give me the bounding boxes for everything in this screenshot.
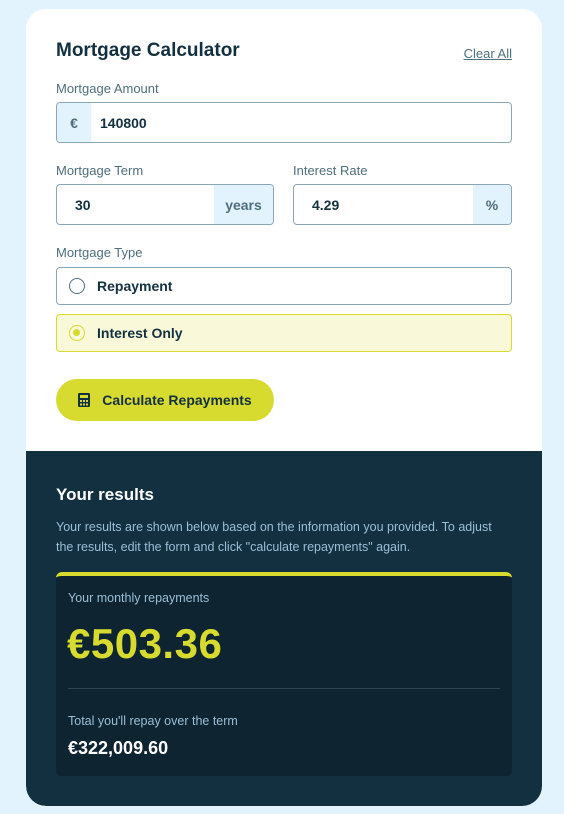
radio-option-repayment[interactable]: Repayment xyxy=(56,267,512,305)
calculate-button-label: Calculate Repayments xyxy=(102,392,252,408)
results-title: Your results xyxy=(56,485,154,504)
radio-button[interactable] xyxy=(69,278,85,294)
mortgage-term-label: Mortgage Term xyxy=(56,163,144,178)
mortgage-type-label: Mortgage Type xyxy=(56,245,143,260)
mortgage-card: Mortgage Calculator Clear All Mortgage A… xyxy=(26,9,542,806)
total-repay-label: Total you'll repay over the term xyxy=(68,714,238,728)
radio-label: Interest Only xyxy=(97,325,183,341)
calculate-repayments-button[interactable]: Calculate Repayments xyxy=(56,379,274,421)
page-title: Mortgage Calculator xyxy=(56,40,240,61)
years-suffix: years xyxy=(214,185,273,224)
results-panel: Your results Your results are shown belo… xyxy=(26,451,542,806)
monthly-repayments-label: Your monthly repayments xyxy=(68,591,210,605)
radio-button-selected[interactable] xyxy=(69,325,85,341)
clear-all-link[interactable]: Clear All xyxy=(464,46,512,61)
radio-label: Repayment xyxy=(97,278,173,294)
results-description: Your results are shown below based on th… xyxy=(56,520,492,554)
mortgage-amount-field: € xyxy=(56,102,512,143)
calculator-form: Mortgage Calculator Clear All Mortgage A… xyxy=(26,9,542,451)
calculator-icon xyxy=(78,393,91,407)
monthly-repayments-value: €503.36 xyxy=(67,620,223,667)
interest-rate-input[interactable] xyxy=(294,185,473,224)
results-divider xyxy=(68,688,500,689)
mortgage-term-field: years xyxy=(56,184,274,225)
radio-option-interest-only[interactable]: Interest Only xyxy=(56,314,512,352)
mortgage-term-input[interactable] xyxy=(57,185,214,224)
mortgage-amount-input[interactable] xyxy=(91,103,511,142)
currency-prefix: € xyxy=(57,103,91,142)
mortgage-amount-label: Mortgage Amount xyxy=(56,81,159,96)
interest-rate-field: % xyxy=(293,184,512,225)
percent-suffix: % xyxy=(473,185,511,224)
interest-rate-label: Interest Rate xyxy=(293,163,368,178)
results-box: Your monthly repayments €503.36 Total yo… xyxy=(56,572,512,776)
total-repay-value: €322,009.60 xyxy=(68,738,169,758)
